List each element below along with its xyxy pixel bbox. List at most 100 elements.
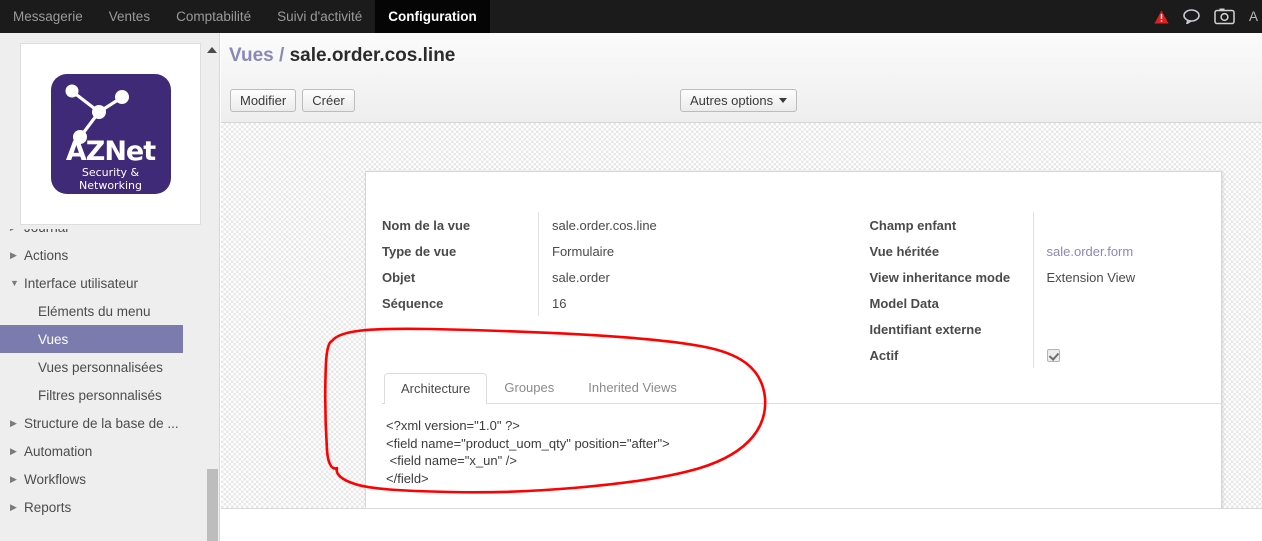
- form-row: Séquence 16: [382, 290, 794, 316]
- form-row: Actif: [870, 342, 1206, 368]
- sidebar-menu: ▶Journal▶Actions▼Interface utilisateurEl…: [0, 229, 207, 541]
- scrollbar-thumb[interactable]: [207, 469, 218, 541]
- chevron-down-icon[interactable]: ▼: [10, 278, 24, 288]
- breadcrumb-current: sale.order.cos.line: [289, 45, 456, 66]
- sidebar-item-4[interactable]: Vues: [0, 325, 183, 353]
- field-value: [1032, 342, 1206, 368]
- content-bottom-filler: [221, 508, 1262, 541]
- field-value: 16: [538, 290, 794, 316]
- breadcrumb-root[interactable]: Vues: [229, 45, 274, 66]
- sheet-area: Nom de la vue sale.order.cos.line Type de …: [221, 124, 1262, 508]
- architecture-code[interactable]: <?xml version="1.0" ?> <field name="prod…: [382, 417, 1221, 487]
- field-label: Model Data: [869, 295, 939, 311]
- sidebar-item-6[interactable]: Filtres personnalisés: [0, 381, 207, 409]
- chevron-down-icon: [779, 98, 788, 103]
- create-button[interactable]: Créer: [302, 89, 355, 112]
- field-label: Identifiant externe: [869, 321, 982, 337]
- camera-icon[interactable]: [1214, 7, 1235, 26]
- form-row: Vue héritée sale.order.form: [870, 238, 1206, 264]
- tab-0[interactable]: Architecture: [384, 373, 488, 404]
- top-nav-items: Messagerie Ventes Comptabilité Suivi d'acti…: [0, 0, 490, 33]
- sidebar-item-label: Actions: [24, 247, 69, 263]
- form-row: Type de vue Formulaire: [382, 238, 794, 264]
- form-row: Nom de la vue sale.order.cos.line: [382, 212, 794, 238]
- tab-2[interactable]: Inherited Views: [571, 372, 694, 403]
- chevron-right-icon[interactable]: ▶: [10, 502, 24, 513]
- sidebar-item-1[interactable]: ▶ Actions: [0, 241, 207, 269]
- field-label: Objet: [382, 269, 416, 285]
- more-options-label: Autres options: [690, 93, 774, 108]
- form-column-left: Nom de la vue sale.order.cos.line Type de …: [382, 212, 794, 368]
- field-label: Type de vue: [382, 243, 457, 259]
- sidebar-item-label: Structure de la base de ...: [24, 415, 179, 431]
- field-value: [1032, 290, 1206, 316]
- top-nav-item-3[interactable]: Suivi d'activité: [264, 0, 375, 33]
- sidebar-item-5[interactable]: Vues personnalisées: [0, 353, 207, 381]
- chevron-right-icon[interactable]: ▶: [10, 474, 24, 485]
- field-value[interactable]: sale.order.form: [1032, 238, 1206, 264]
- sidebar-item-9[interactable]: ▶ Workflows: [0, 465, 207, 493]
- more-options-button[interactable]: Autres options: [680, 89, 798, 112]
- field-label: Actif: [869, 347, 899, 363]
- chat-bubble-icon[interactable]: [1183, 9, 1200, 24]
- top-nav-right-tools: A: [1154, 0, 1262, 33]
- warning-triangle-icon[interactable]: [1154, 10, 1169, 24]
- content-header: Vues / sale.order.cos.line Modifier Crée…: [221, 33, 1262, 123]
- sidebar-item-2[interactable]: ▼ Interface utilisateur: [0, 269, 207, 297]
- logo-tagline: Security & Networking: [79, 166, 142, 192]
- field-value: [1032, 212, 1206, 238]
- field-label: Champ enfant: [869, 217, 957, 233]
- form-row: Objet sale.order: [382, 264, 794, 290]
- chevron-right-icon[interactable]: ▶: [10, 446, 24, 457]
- field-label: Nom de la vue: [382, 217, 471, 233]
- more-options-wrap: Autres options: [680, 89, 798, 112]
- top-nav-item-1[interactable]: Ventes: [96, 0, 163, 33]
- sidebar-item-label: Filtres personnalisés: [38, 387, 162, 403]
- sidebar-item-label: Journal: [24, 229, 68, 235]
- field-value: sale.order.cos.line: [538, 212, 794, 238]
- sidebar-item-label: Eléments du menu: [38, 303, 151, 319]
- form-row: Identifiant externe: [870, 316, 1206, 342]
- scroll-up-arrow-icon[interactable]: [207, 47, 217, 53]
- sidebar-item-7[interactable]: ▶ Structure de la base de ...: [0, 409, 207, 437]
- chevron-right-icon[interactable]: ▶: [10, 250, 24, 261]
- chevron-right-icon[interactable]: ▶: [10, 418, 24, 429]
- field-value: Extension View: [1032, 264, 1206, 290]
- top-nav-item-4[interactable]: Configuration: [375, 0, 490, 33]
- sidebar-item-label: Automation: [24, 443, 93, 459]
- form-row: Champ enfant: [870, 212, 1206, 238]
- form-row: View inheritance mode Extension View: [870, 264, 1206, 290]
- sidebar-scrollbar[interactable]: [206, 33, 219, 541]
- edit-button[interactable]: Modifier: [230, 89, 297, 112]
- field-label: Vue héritée: [869, 243, 940, 259]
- sidebar-item-label: Interface utilisateur: [24, 275, 139, 291]
- notebook: Architecture Groupes Inherited Views <?xml…: [382, 372, 1221, 487]
- sidebar-item-label: Workflows: [24, 471, 87, 487]
- tab-1[interactable]: Groupes: [487, 372, 571, 403]
- form-fields: Nom de la vue sale.order.cos.line Type de …: [382, 212, 1205, 368]
- form-column-right: Champ enfant Vue héritée sale.order.form Vi…: [794, 212, 1206, 368]
- action-buttons: Modifier Créer: [230, 89, 355, 112]
- chevron-right-icon[interactable]: ▶: [10, 229, 24, 233]
- sidebar-item-10[interactable]: ▶ Reports: [0, 493, 207, 521]
- form-sheet: Nom de la vue sale.order.cos.line Type de …: [365, 171, 1222, 508]
- field-value: Formulaire: [538, 238, 794, 264]
- active-checkbox[interactable]: [1046, 348, 1060, 362]
- top-nav-item-0[interactable]: Messagerie: [0, 0, 96, 33]
- sidebar-item-3[interactable]: Eléments du menu: [0, 297, 207, 325]
- logo-wordmark: AZNet: [65, 136, 156, 167]
- sidebar-item-8[interactable]: ▶ Automation: [0, 437, 207, 465]
- main-content: Vues / sale.order.cos.line Modifier Crée…: [221, 33, 1262, 508]
- brand-logo-card: AZNet Security & Networking: [20, 43, 201, 225]
- field-value: [1032, 316, 1206, 342]
- user-menu-label[interactable]: A: [1249, 9, 1258, 24]
- sidebar-item-0[interactable]: ▶Journal: [0, 229, 207, 241]
- sidebar: AZNet Security & Networking ▶Journal▶Act…: [0, 33, 220, 541]
- top-navigation-bar: Messagerie Ventes Comptabilité Suivi d'acti…: [0, 0, 1262, 33]
- top-nav-item-2[interactable]: Comptabilité: [163, 0, 264, 33]
- sidebar-item-label: Reports: [24, 499, 72, 515]
- breadcrumb: Vues / sale.order.cos.line: [229, 45, 455, 67]
- aznet-logo: AZNet Security & Networking: [50, 74, 171, 194]
- sidebar-item-label: Vues personnalisées: [38, 359, 163, 375]
- field-label: View inheritance mode: [869, 269, 1011, 285]
